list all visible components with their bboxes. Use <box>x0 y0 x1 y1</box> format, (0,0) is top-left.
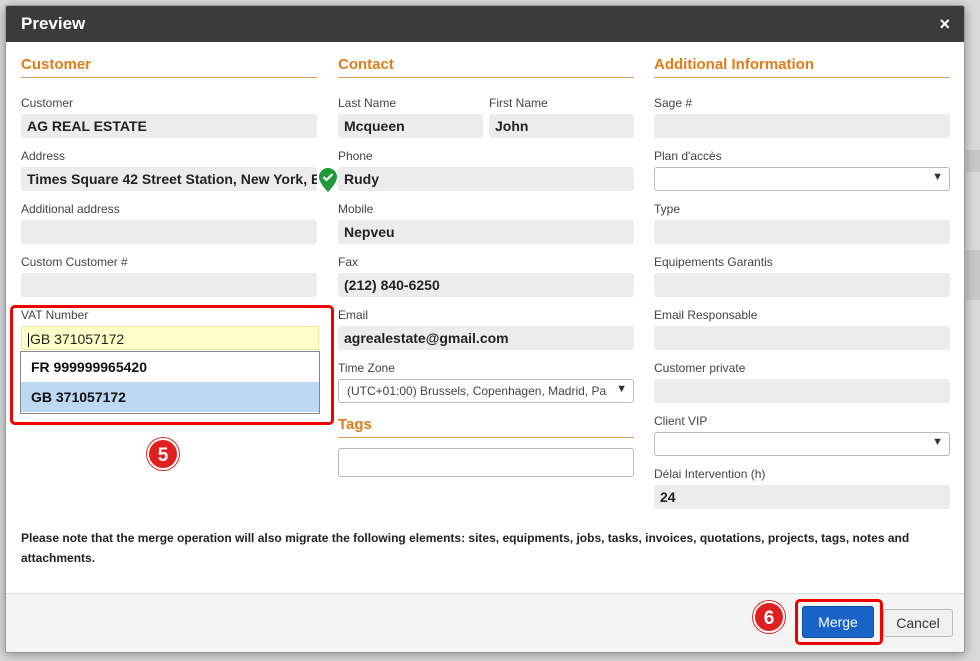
close-icon[interactable]: × <box>939 14 950 35</box>
equipements-field[interactable] <box>654 273 950 297</box>
highlight-box-vat <box>10 305 334 425</box>
phone-label: Phone <box>338 149 373 163</box>
highlight-box-merge <box>795 599 883 645</box>
timezone-label: Time Zone <box>338 361 395 375</box>
type-field[interactable] <box>654 220 950 244</box>
customer-private-field[interactable] <box>654 379 950 403</box>
phone-field[interactable]: Rudy <box>338 167 634 191</box>
modal-header: Preview × <box>6 6 964 42</box>
first-name-field[interactable]: John <box>489 114 634 138</box>
address-label: Address <box>21 149 66 163</box>
timezone-select[interactable]: (UTC+01:00) Brussels, Copenhagen, Madrid… <box>338 379 634 403</box>
additional-column: Additional Information <box>654 56 950 78</box>
customer-section-title: Customer <box>21 56 317 78</box>
tags-section-title: Tags <box>338 416 634 438</box>
fax-field[interactable]: (212) 840-6250 <box>338 273 634 297</box>
client-vip-select[interactable]: ▼ <box>654 432 950 456</box>
preview-modal: Preview × Customer Customer AG REAL ESTA… <box>5 5 965 653</box>
step-badge-6: 6 <box>753 601 785 633</box>
custom-customer-label: Custom Customer # <box>21 255 128 269</box>
sage-label: Sage # <box>654 96 693 110</box>
additional-section-title: Additional Information <box>654 56 950 78</box>
first-name-label: First Name <box>489 96 548 110</box>
equipements-label: Equipements Garantis <box>654 255 773 269</box>
chevron-down-icon: ▼ <box>616 383 627 395</box>
fax-label: Fax <box>338 255 359 269</box>
background-strip <box>966 250 980 300</box>
merge-note: Please note that the merge operation wil… <box>21 531 910 565</box>
email-field[interactable]: agrealestate@gmail.com <box>338 326 634 350</box>
tags-input[interactable] <box>338 448 634 477</box>
plan-select[interactable]: ▼ <box>654 167 950 191</box>
email-responsable-field[interactable] <box>654 326 950 350</box>
customer-column: Customer <box>21 56 317 78</box>
last-name-label: Last Name <box>338 96 397 110</box>
delai-label: Délai Intervention (h) <box>654 467 766 481</box>
mobile-field[interactable]: Nepveu <box>338 220 634 244</box>
tags-column: Tags <box>338 416 634 438</box>
step-badge-5: 5 <box>147 438 179 470</box>
modal-title: Preview <box>21 14 86 33</box>
chevron-down-icon: ▼ <box>932 171 943 183</box>
background-strip <box>966 150 980 172</box>
cancel-button[interactable]: Cancel <box>883 609 953 637</box>
last-name-field[interactable]: Mcqueen <box>338 114 483 138</box>
mobile-label: Mobile <box>338 202 374 216</box>
custom-customer-field[interactable] <box>21 273 317 297</box>
sage-field[interactable] <box>654 114 950 138</box>
contact-section-title: Contact <box>338 56 634 78</box>
delai-field[interactable]: 24 <box>654 485 950 509</box>
email-responsable-label: Email Responsable <box>654 308 758 322</box>
email-label: Email <box>338 308 369 322</box>
customer-label: Customer <box>21 96 74 110</box>
chevron-down-icon: ▼ <box>932 436 943 448</box>
contact-column: Contact <box>338 56 634 78</box>
client-vip-label: Client VIP <box>654 414 708 428</box>
timezone-value: (UTC+01:00) Brussels, Copenhagen, Madrid… <box>347 384 607 398</box>
customer-private-label: Customer private <box>654 361 746 375</box>
plan-label: Plan d'accès <box>654 149 722 163</box>
type-label: Type <box>654 202 681 216</box>
address-field[interactable]: Times Square 42 Street Station, New York… <box>21 167 317 191</box>
customer-field[interactable]: AG REAL ESTATE <box>21 114 317 138</box>
additional-address-label: Additional address <box>21 202 120 216</box>
map-pin-check-icon[interactable] <box>319 168 337 192</box>
additional-address-field[interactable] <box>21 220 317 244</box>
